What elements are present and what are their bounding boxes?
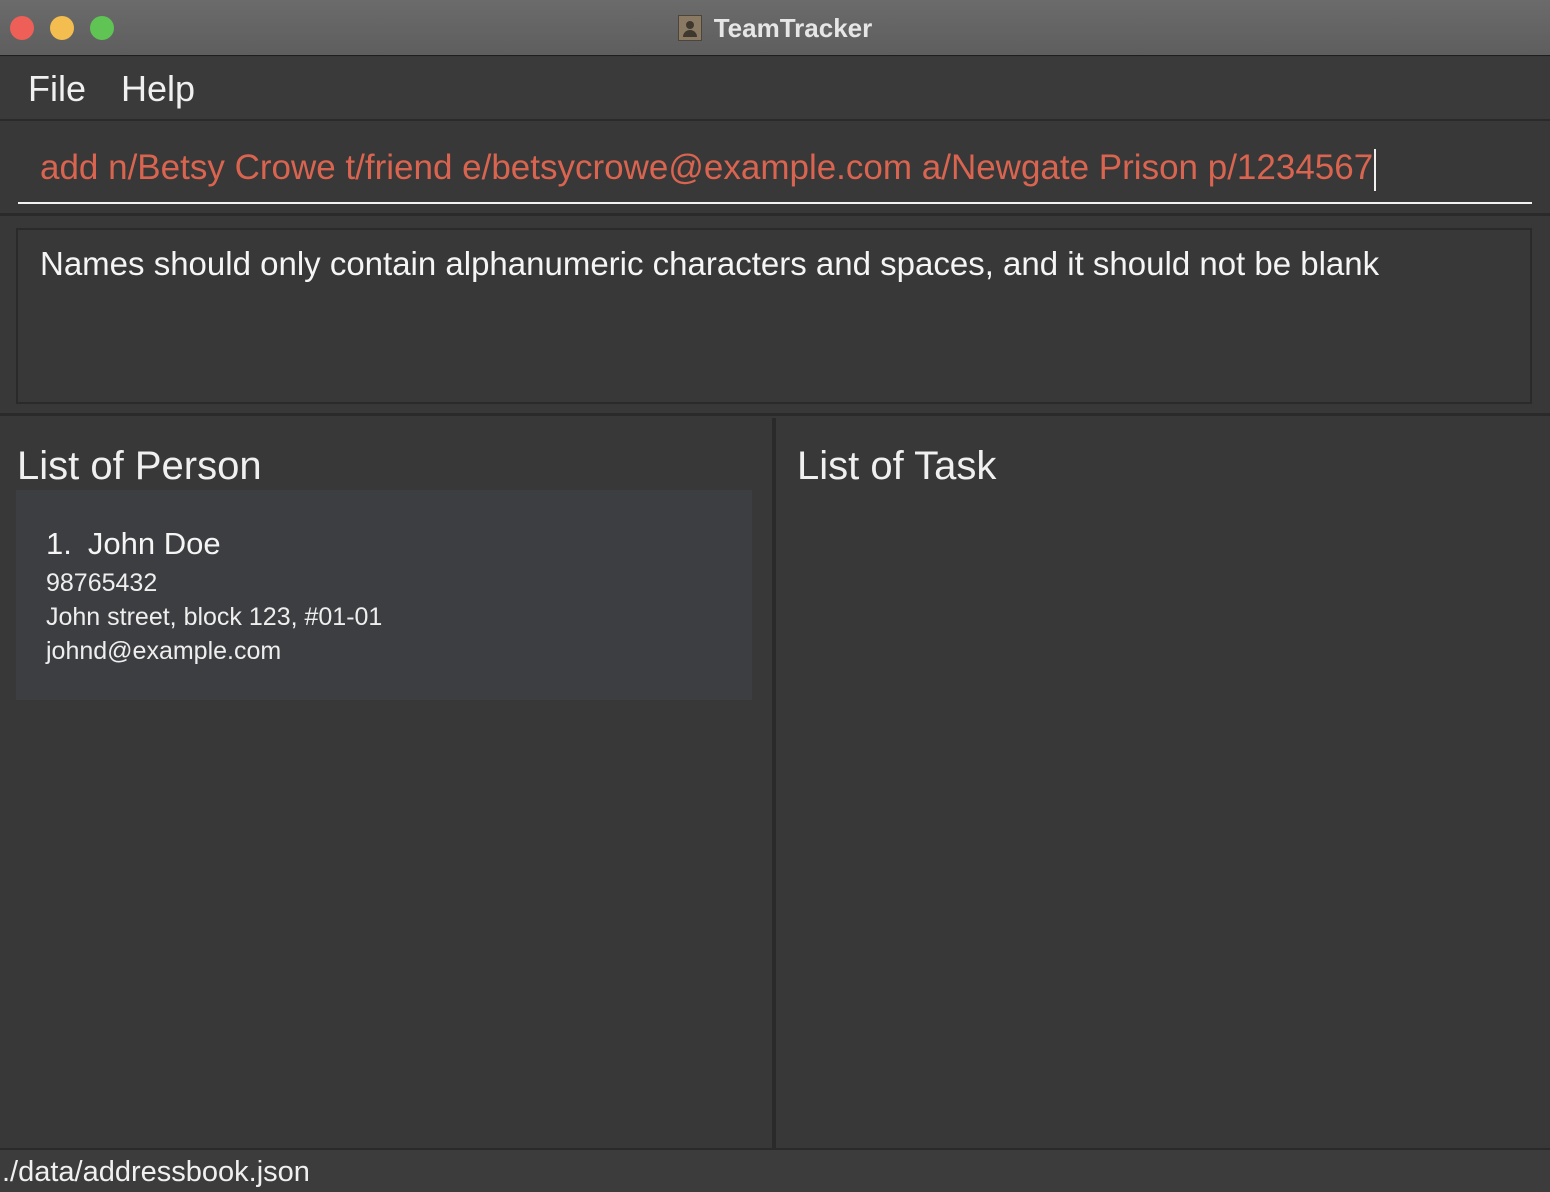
person-address: John street, block 123, #01-01 xyxy=(46,603,383,631)
result-display-pane: Names should only contain alphanumeric c… xyxy=(0,218,1550,416)
task-list-panel: List of Task xyxy=(776,418,1550,1148)
command-input[interactable]: add n/Betsy Crowe t/friend e/betsycrowe@… xyxy=(18,140,1532,204)
person-email: johnd@example.com xyxy=(46,637,282,665)
person-list-heading: List of Person xyxy=(17,444,262,488)
contacts-app-icon xyxy=(677,15,702,41)
window-title: TeamTracker xyxy=(713,12,873,43)
task-list-heading: List of Task xyxy=(797,444,997,488)
person-name: John Doe xyxy=(87,526,221,561)
text-caret xyxy=(1374,148,1377,191)
person-index: 1. xyxy=(46,526,72,561)
app-window: TeamTracker File Help add n/Betsy Crowe … xyxy=(0,0,1550,1192)
menu-file[interactable]: File xyxy=(28,67,86,111)
person-phone: 98765432 xyxy=(46,569,158,597)
save-location-path: ./data/addressbook.json xyxy=(2,1156,310,1188)
menu-help[interactable]: Help xyxy=(121,67,195,111)
command-text: add n/Betsy Crowe t/friend e/betsycrowe@… xyxy=(40,148,1374,187)
person-list-panel: List of Person 1. John Doe 98765432 John … xyxy=(0,418,772,1148)
result-display: Names should only contain alphanumeric c… xyxy=(16,228,1532,404)
person-name-row: 1. John Doe xyxy=(46,524,722,564)
title-group: TeamTracker xyxy=(0,0,1550,56)
title-bar[interactable]: TeamTracker xyxy=(0,0,1550,56)
command-box-pane: add n/Betsy Crowe t/friend e/betsycrowe@… xyxy=(0,122,1550,216)
status-bar: ./data/addressbook.json xyxy=(0,1148,1550,1192)
person-card[interactable]: 1. John Doe 98765432 John street, block 1… xyxy=(16,490,752,700)
menu-bar: File Help xyxy=(0,57,1550,121)
